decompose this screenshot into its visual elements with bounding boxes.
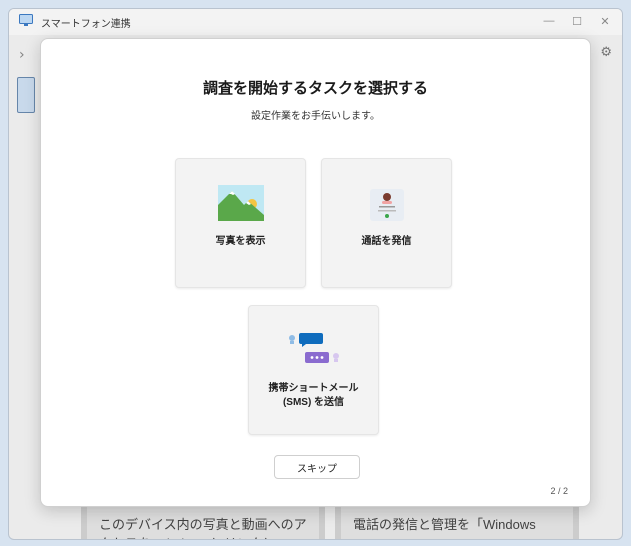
title-bar[interactable]: スマートフォン連携 — ☐ ✕ [9, 9, 622, 35]
task-label: 通話を発信 [361, 236, 412, 247]
page-indicator: 2 / 2 [550, 486, 568, 496]
chat-bubbles-icon [289, 333, 339, 363]
task-card-photos[interactable]: 写真を表示 [175, 158, 306, 288]
task-card-sms[interactable]: 携帯ショートメール (SMS) を送信 [248, 305, 379, 435]
close-button[interactable]: ✕ [594, 12, 616, 30]
window-title: スマートフォン連携 [41, 19, 131, 30]
task-label-line1: 携帯ショートメール [268, 383, 359, 394]
dialog-subtitle: 設定作業をお手伝いします。 [251, 111, 380, 122]
task-label: 写真を表示 [215, 236, 266, 247]
skip-button[interactable]: スキップ [274, 455, 360, 479]
maximize-button[interactable]: ☐ [566, 12, 588, 30]
task-label-line2: (SMS) を送信 [282, 397, 345, 408]
task-selection-dialog: 調査を開始するタスクを選択する 設定作業をお手伝いします。 写真を表示 通話を発… [40, 38, 591, 507]
app-logo-icon [19, 14, 33, 26]
phone-call-icon [370, 189, 404, 221]
task-label: 携帯ショートメール (SMS) を送信 [249, 382, 378, 410]
minimize-button[interactable]: — [538, 12, 560, 30]
photo-landscape-icon [218, 185, 264, 221]
task-card-calls[interactable]: 通話を発信 [321, 158, 452, 288]
dialog-title: 調査を開始するタスクを選択する [202, 80, 428, 97]
